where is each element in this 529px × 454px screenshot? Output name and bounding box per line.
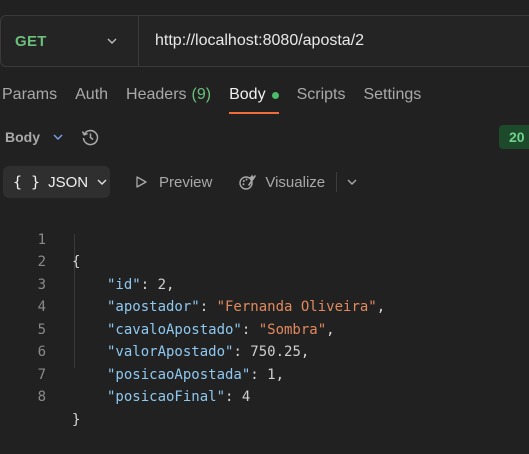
json-field: "posicaoFinal": 4 bbox=[107, 389, 251, 405]
visualize-label: Visualize bbox=[265, 173, 326, 191]
request-url-bar: GET http://localhost:8080/aposta/2 bbox=[0, 15, 529, 67]
code-line: 3 "apostador": "Fernanda Oliveira", bbox=[0, 251, 529, 316]
play-icon bbox=[136, 176, 147, 188]
method-select[interactable]: GET bbox=[1, 16, 139, 66]
preview-label: Preview bbox=[159, 173, 213, 191]
tab-scripts-label: Scripts bbox=[296, 86, 346, 103]
chevron-down-icon[interactable] bbox=[52, 131, 64, 143]
preview-button[interactable]: Preview bbox=[134, 174, 212, 191]
tab-params[interactable]: Params bbox=[2, 84, 57, 104]
code-line: 5 "valorApostado": 750.25, bbox=[0, 296, 529, 361]
response-toolbar: { } JSON Preview Visualize bbox=[0, 166, 358, 198]
response-code-view[interactable]: 1 { 2 "id": 2, 3 "apostador": "Fernanda … bbox=[0, 206, 529, 428]
code-line: 6 "posicaoApostada": 1, bbox=[0, 319, 529, 383]
tab-body[interactable]: Body bbox=[229, 84, 280, 114]
line-number: 8 bbox=[37, 389, 46, 405]
format-label: JSON bbox=[48, 173, 89, 191]
format-select[interactable]: { } JSON bbox=[3, 166, 110, 198]
visualize-icon bbox=[239, 174, 257, 190]
json-value: 4 bbox=[241, 389, 251, 405]
body-indicator-dot bbox=[271, 91, 279, 99]
tab-headers-label: Headers bbox=[126, 86, 187, 103]
chevron-down-icon[interactable] bbox=[346, 176, 358, 188]
status-badge: 20 bbox=[499, 125, 529, 149]
tab-headers[interactable]: Headers (9) bbox=[126, 84, 211, 104]
tab-params-label: Params bbox=[2, 86, 58, 103]
response-body-dropdown[interactable]: Body bbox=[5, 129, 40, 145]
code-line: 8 } bbox=[0, 364, 529, 428]
braces-icon: { } bbox=[13, 173, 41, 191]
chevron-down-icon bbox=[107, 38, 117, 44]
tab-scripts[interactable]: Scripts bbox=[297, 84, 346, 104]
tab-settings[interactable]: Settings bbox=[363, 84, 421, 104]
request-tabs: Params Auth Headers (9) Body Scripts Set… bbox=[0, 84, 439, 116]
headers-count: (9) bbox=[191, 86, 212, 103]
code-line: 7 "posicaoFinal": 4 bbox=[0, 341, 529, 406]
toolbar-divider bbox=[336, 172, 338, 192]
code-line: 4 "cavaloApostado": "Sombra", bbox=[0, 274, 529, 338]
tab-settings-label: Settings bbox=[363, 86, 422, 103]
history-icon[interactable] bbox=[80, 127, 100, 147]
code-line: 1 { bbox=[0, 206, 529, 271]
json-key: "posicaoFinal" bbox=[107, 389, 226, 405]
url-input[interactable]: http://localhost:8080/aposta/2 bbox=[155, 32, 364, 50]
chevron-down-icon bbox=[97, 179, 107, 185]
method-label: GET bbox=[15, 32, 47, 50]
tab-auth-label: Auth bbox=[75, 86, 109, 103]
response-header: Body 20 bbox=[0, 122, 529, 152]
close-brace: } bbox=[72, 411, 81, 428]
tab-auth[interactable]: Auth bbox=[75, 84, 108, 104]
visualize-button[interactable]: Visualize bbox=[238, 172, 325, 192]
code-line: 2 "id": 2, bbox=[0, 229, 529, 293]
tab-body-label: Body bbox=[229, 86, 266, 103]
